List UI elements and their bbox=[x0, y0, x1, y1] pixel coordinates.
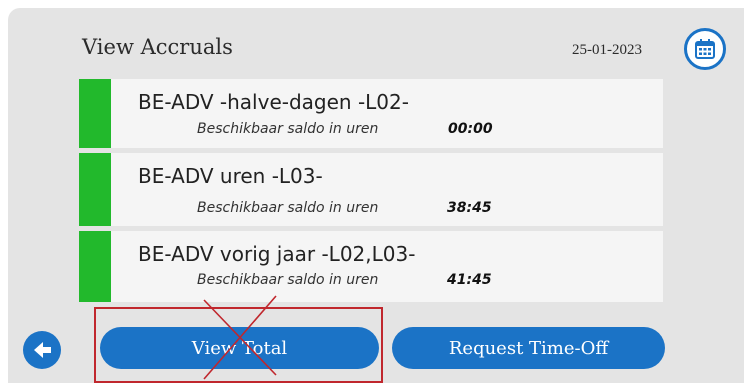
accrual-name: BE-ADV -halve-dagen -L02- bbox=[138, 90, 409, 114]
accrual-name: BE-ADV vorig jaar -L02,L03- bbox=[138, 242, 416, 266]
accrual-card[interactable]: BE-ADV -halve-dagen -L02- Beschikbaar sa… bbox=[79, 79, 663, 148]
saldo-value: 38:45 bbox=[447, 200, 492, 216]
view-total-button[interactable]: View Total bbox=[100, 327, 379, 369]
current-date: 25-01-2023 bbox=[572, 42, 642, 58]
status-stripe bbox=[79, 79, 111, 148]
status-stripe bbox=[79, 153, 111, 226]
saldo-label: Beschikbaar saldo in uren bbox=[197, 200, 379, 216]
page-title: View Accruals bbox=[82, 35, 233, 59]
saldo-label: Beschikbaar saldo in uren bbox=[197, 121, 379, 137]
accrual-card[interactable]: BE-ADV vorig jaar -L02,L03- Beschikbaar … bbox=[79, 231, 663, 302]
back-button[interactable] bbox=[23, 331, 61, 369]
calendar-button[interactable] bbox=[684, 28, 726, 70]
saldo-label: Beschikbaar saldo in uren bbox=[197, 272, 379, 288]
accrual-name: BE-ADV uren -L03- bbox=[138, 164, 323, 188]
saldo-value: 41:45 bbox=[447, 272, 492, 288]
calendar-icon bbox=[695, 39, 715, 59]
accrual-card[interactable]: BE-ADV uren -L03- Beschikbaar saldo in u… bbox=[79, 153, 663, 226]
status-stripe bbox=[79, 231, 111, 302]
request-time-off-button[interactable]: Request Time-Off bbox=[392, 327, 665, 369]
saldo-value: 00:00 bbox=[448, 121, 493, 137]
back-arrow-icon bbox=[34, 342, 51, 358]
